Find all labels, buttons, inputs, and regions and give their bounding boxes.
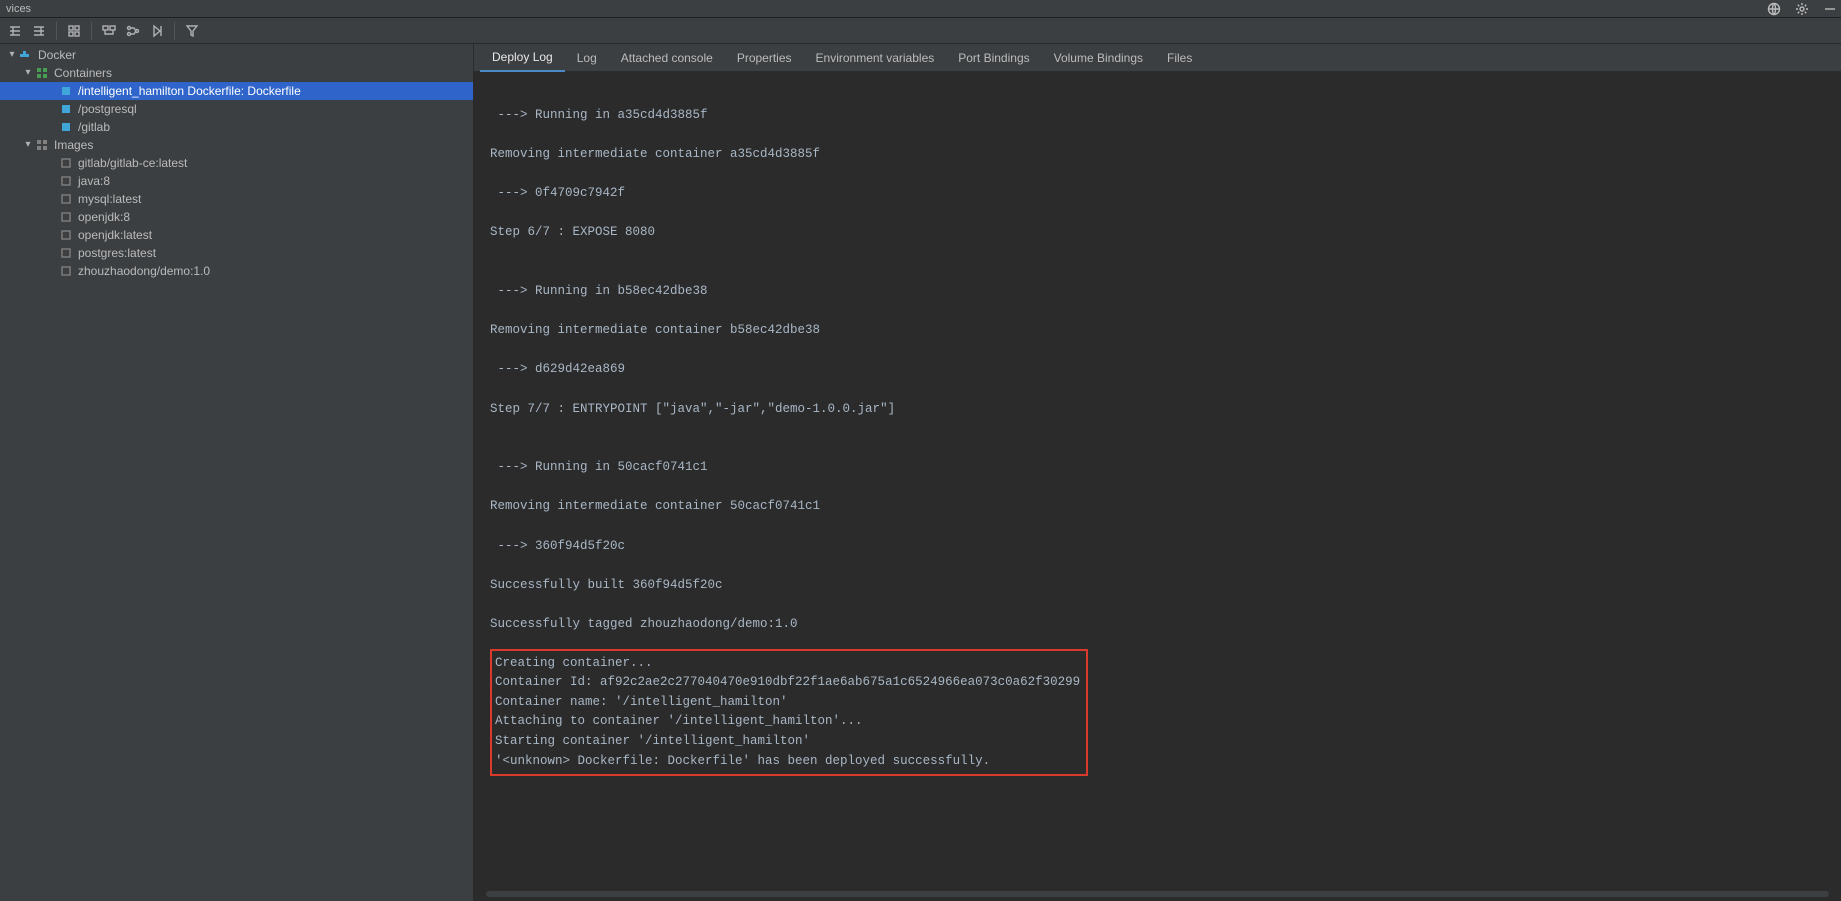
group-by-icon[interactable] [98, 20, 120, 42]
container-running-icon [58, 85, 74, 97]
tree-label: openjdk:latest [78, 226, 152, 244]
content-panel: Deploy Log Log Attached console Properti… [474, 44, 1841, 901]
tree-node-container[interactable]: /gitlab [0, 118, 473, 136]
image-icon [58, 265, 74, 277]
sidebar: Docker Containers /intelligent_hamilton … [0, 44, 474, 901]
container-running-icon [58, 121, 74, 133]
tree-label: Containers [54, 64, 112, 82]
tree-label: postgres:latest [78, 244, 156, 262]
deploy-log-console[interactable]: ---> Running in a35cd4d3885f Removing in… [474, 72, 1841, 901]
tree-node-image[interactable]: gitlab/gitlab-ce:latest [0, 154, 473, 172]
image-icon [58, 175, 74, 187]
minimize-icon[interactable] [1823, 2, 1837, 16]
tree-node-image[interactable]: openjdk:latest [0, 226, 473, 244]
gear-icon[interactable] [1795, 2, 1809, 16]
images-icon [34, 139, 50, 151]
toolbar [0, 18, 1841, 44]
tree-label: Docker [38, 46, 76, 64]
stop-icon[interactable] [146, 20, 168, 42]
tab-properties[interactable]: Properties [725, 44, 804, 72]
detail-tabs: Deploy Log Log Attached console Properti… [474, 44, 1841, 72]
tree-node-image[interactable]: mysql:latest [0, 190, 473, 208]
tree-node-image[interactable]: openjdk:8 [0, 208, 473, 226]
toolbar-separator [91, 22, 92, 40]
filter-icon[interactable] [181, 20, 203, 42]
chevron-down-icon[interactable] [22, 64, 34, 82]
tree-label: mysql:latest [78, 190, 141, 208]
grid-icon[interactable] [63, 20, 85, 42]
tree-label: /intelligent_hamilton Dockerfile: Docker… [78, 82, 301, 100]
chevron-down-icon[interactable] [22, 136, 34, 154]
tree-label: Images [54, 136, 93, 154]
tree-node-containers[interactable]: Containers [0, 64, 473, 82]
globe-icon[interactable] [1767, 2, 1781, 16]
tab-port-bindings[interactable]: Port Bindings [946, 44, 1041, 72]
main-split: Docker Containers /intelligent_hamilton … [0, 44, 1841, 901]
titlebar: vices [0, 0, 1841, 18]
image-icon [58, 193, 74, 205]
toolbar-separator [174, 22, 175, 40]
tree-expand-icon[interactable] [4, 20, 26, 42]
chevron-down-icon[interactable] [6, 46, 18, 64]
tag-icon[interactable] [122, 20, 144, 42]
tree-label: java:8 [78, 172, 110, 190]
console-output: ---> Running in a35cd4d3885f Removing in… [490, 86, 1825, 776]
window-title: vices [4, 3, 31, 15]
tab-attached-console[interactable]: Attached console [609, 44, 725, 72]
tree-node-image[interactable]: zhouzhaodong/demo:1.0 [0, 262, 473, 280]
tree-label: zhouzhaodong/demo:1.0 [78, 262, 210, 280]
tree-node-docker[interactable]: Docker [0, 46, 473, 64]
services-tree: Docker Containers /intelligent_hamilton … [0, 44, 473, 280]
image-icon [58, 247, 74, 259]
image-icon [58, 229, 74, 241]
image-icon [58, 157, 74, 169]
tree-collapse-icon[interactable] [28, 20, 50, 42]
tab-deploy-log[interactable]: Deploy Log [480, 44, 565, 72]
image-icon [58, 211, 74, 223]
tree-label: /postgresql [78, 100, 137, 118]
tree-node-image[interactable]: postgres:latest [0, 244, 473, 262]
horizontal-scrollbar[interactable] [486, 891, 1829, 897]
titlebar-actions [1767, 2, 1837, 16]
tab-volume-bindings[interactable]: Volume Bindings [1042, 44, 1155, 72]
tree-label: /gitlab [78, 118, 110, 136]
tree-node-images[interactable]: Images [0, 136, 473, 154]
tab-log[interactable]: Log [565, 44, 609, 72]
container-running-icon [58, 103, 74, 115]
tab-env-vars[interactable]: Environment variables [804, 44, 947, 72]
docker-icon [18, 49, 34, 61]
tree-label: openjdk:8 [78, 208, 130, 226]
tree-node-container[interactable]: /intelligent_hamilton Dockerfile: Docker… [0, 82, 473, 100]
containers-icon [34, 67, 50, 79]
tree-node-image[interactable]: java:8 [0, 172, 473, 190]
tree-label: gitlab/gitlab-ce:latest [78, 154, 187, 172]
toolbar-separator [56, 22, 57, 40]
tab-files[interactable]: Files [1155, 44, 1204, 72]
tree-node-container[interactable]: /postgresql [0, 100, 473, 118]
